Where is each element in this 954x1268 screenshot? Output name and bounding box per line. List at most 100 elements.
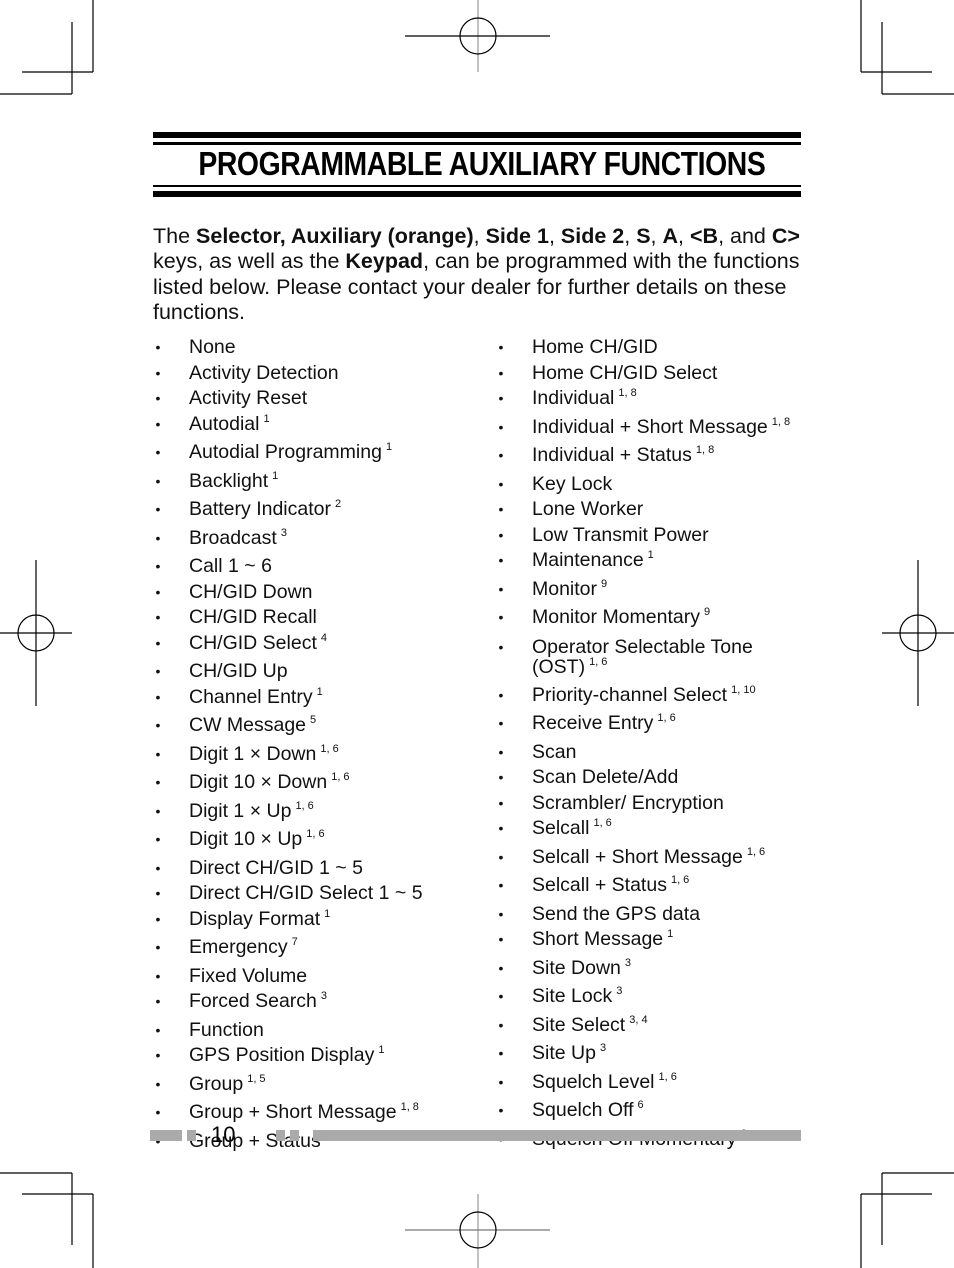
- function-label: Activity Detection: [189, 361, 339, 384]
- footnote-reference: 1, 8: [695, 444, 715, 456]
- function-list-item: • CH/GID Recall: [153, 605, 473, 631]
- footer-bar-segment: [150, 1130, 182, 1141]
- bullet-icon: •: [155, 1075, 161, 1092]
- footnote-reference: 1, 6: [658, 1070, 677, 1083]
- footnote-reference: 1, 6: [746, 845, 766, 858]
- bullet-icon: •: [155, 717, 161, 733]
- function-label: Individual + Status: [532, 444, 692, 466]
- function-label: Key Lock: [532, 472, 613, 495]
- function-list-item: • Priority-channel Select 1, 10: [496, 683, 816, 712]
- function-label: Emergency: [189, 936, 288, 958]
- function-label: Group: [189, 1072, 244, 1095]
- title-rule-bottom-thin: [153, 185, 801, 187]
- intro-text: ,: [548, 223, 561, 248]
- intro-key-name: Side 1: [485, 223, 549, 248]
- bullet-icon: •: [498, 988, 504, 1004]
- function-list-item: • Individual + Short Message 1, 8: [496, 415, 816, 444]
- function-label: Send the GPS data: [532, 902, 701, 925]
- bullet-icon: •: [155, 745, 161, 762]
- bullet-icon: •: [498, 638, 504, 655]
- function-list-item: • Group 1, 5: [153, 1072, 473, 1101]
- function-list-item: • Digit 1 × Down 1, 6: [153, 742, 473, 771]
- function-list-item: • Squelch Level 1, 6: [496, 1070, 816, 1099]
- function-label: Site Up: [532, 1042, 596, 1064]
- bullet-icon: •: [498, 1073, 504, 1090]
- function-list-item: • Group + Short Message 1, 8: [153, 1100, 473, 1129]
- bullet-icon: •: [155, 910, 161, 927]
- function-list-item: • Activity Detection: [153, 361, 473, 387]
- bullet-icon: •: [155, 583, 161, 600]
- function-label: Low Transmit Power: [532, 523, 709, 546]
- bullet-icon: •: [498, 609, 504, 625]
- function-list-item: • Home CH/GID: [496, 335, 816, 361]
- footnote-reference: 1, 5: [247, 1072, 266, 1085]
- crop-mark-bottom-left: [0, 1172, 94, 1268]
- function-label: Short Message: [532, 928, 664, 950]
- bullet-icon: •: [498, 877, 504, 893]
- footnote-reference: 3: [599, 1042, 607, 1054]
- footnote-reference: 1: [324, 907, 331, 920]
- function-list-item: • Key Lock: [496, 472, 816, 498]
- bullet-icon: •: [155, 859, 161, 876]
- footnote-reference: 1, 8: [771, 415, 791, 428]
- function-label: Forced Search: [189, 990, 317, 1012]
- function-list-item: • Digit 1 × Up 1, 6: [153, 799, 473, 828]
- function-label: Function: [189, 1018, 264, 1041]
- function-label: Digit 10 × Up: [189, 828, 303, 850]
- footnote-reference: 1: [316, 685, 323, 698]
- function-list-item: • Short Message 1: [496, 927, 816, 956]
- function-list-item: • CW Message 5: [153, 713, 473, 742]
- footer-bar-segment: [290, 1130, 299, 1141]
- bullet-icon: •: [498, 905, 504, 922]
- intro-text: ,: [650, 223, 663, 248]
- function-label: Group + Short Message: [189, 1101, 397, 1123]
- function-list-item: • Operator Selectable Tone (OST) 1, 6: [496, 634, 816, 683]
- footnote-reference: 1, 10: [731, 683, 756, 696]
- bullet-icon: •: [498, 794, 504, 811]
- function-list-item: • Site Up 3: [496, 1041, 816, 1070]
- bullet-icon: •: [155, 1047, 161, 1063]
- footer-bar-segment: [187, 1130, 196, 1141]
- function-label: Direct CH/GID 1 ~ 5: [189, 856, 363, 879]
- footnote-reference: 3: [280, 526, 287, 539]
- function-label: Individual + Short Message: [532, 415, 768, 438]
- bullet-icon: •: [498, 418, 504, 435]
- bullet-icon: •: [155, 967, 161, 984]
- footnote-reference: 1, 8: [400, 1101, 419, 1113]
- function-list-item: • Emergency 7: [153, 935, 473, 964]
- function-label: Operator Selectable Tone (OST): [532, 635, 753, 678]
- footnote-reference: 1: [378, 1044, 385, 1056]
- function-list-item: • Channel Entry 1: [153, 685, 473, 714]
- function-label: Home CH/GID: [532, 336, 658, 358]
- function-label: GPS Position Display: [189, 1044, 375, 1066]
- function-label: Squelch Off: [532, 1099, 634, 1121]
- function-list-item: • Home CH/GID Select: [496, 361, 816, 387]
- bullet-icon: •: [498, 959, 504, 976]
- function-list-item: • Scan: [496, 740, 816, 766]
- function-label: Individual: [532, 387, 615, 409]
- footnote-reference: 6: [637, 1099, 644, 1111]
- footer-bar-long: [313, 1130, 801, 1141]
- intro-paragraph: The Selector, Auxiliary (orange), Side 1…: [153, 224, 803, 326]
- bullet-icon: •: [155, 885, 161, 901]
- function-list-item: • Selcall 1, 6: [496, 816, 816, 845]
- footnote-reference: 3: [320, 990, 328, 1002]
- footnote-reference: 1, 6: [320, 742, 339, 755]
- bullet-icon: •: [498, 820, 504, 836]
- crop-mark-top-left: [0, 0, 94, 95]
- function-label: Squelch Level: [532, 1070, 655, 1093]
- function-list-item: • Battery Indicator 2: [153, 497, 473, 526]
- intro-text: ,: [678, 223, 690, 248]
- footnote-reference: 1, 6: [589, 655, 608, 668]
- function-list-item: • Individual + Status 1, 8: [496, 443, 816, 472]
- function-list-item: • CH/GID Down: [153, 580, 473, 606]
- bullet-icon: •: [155, 501, 161, 517]
- bullet-icon: •: [155, 831, 161, 847]
- function-label: CH/GID Up: [189, 660, 288, 682]
- function-label: Autodial Programming: [189, 441, 382, 463]
- footnote-reference: 1, 6: [306, 828, 325, 840]
- function-list-item: • Function: [153, 1018, 473, 1044]
- function-label: Fixed Volume: [189, 964, 308, 987]
- page-number: 10: [211, 1122, 236, 1147]
- bullet-icon: •: [155, 663, 161, 679]
